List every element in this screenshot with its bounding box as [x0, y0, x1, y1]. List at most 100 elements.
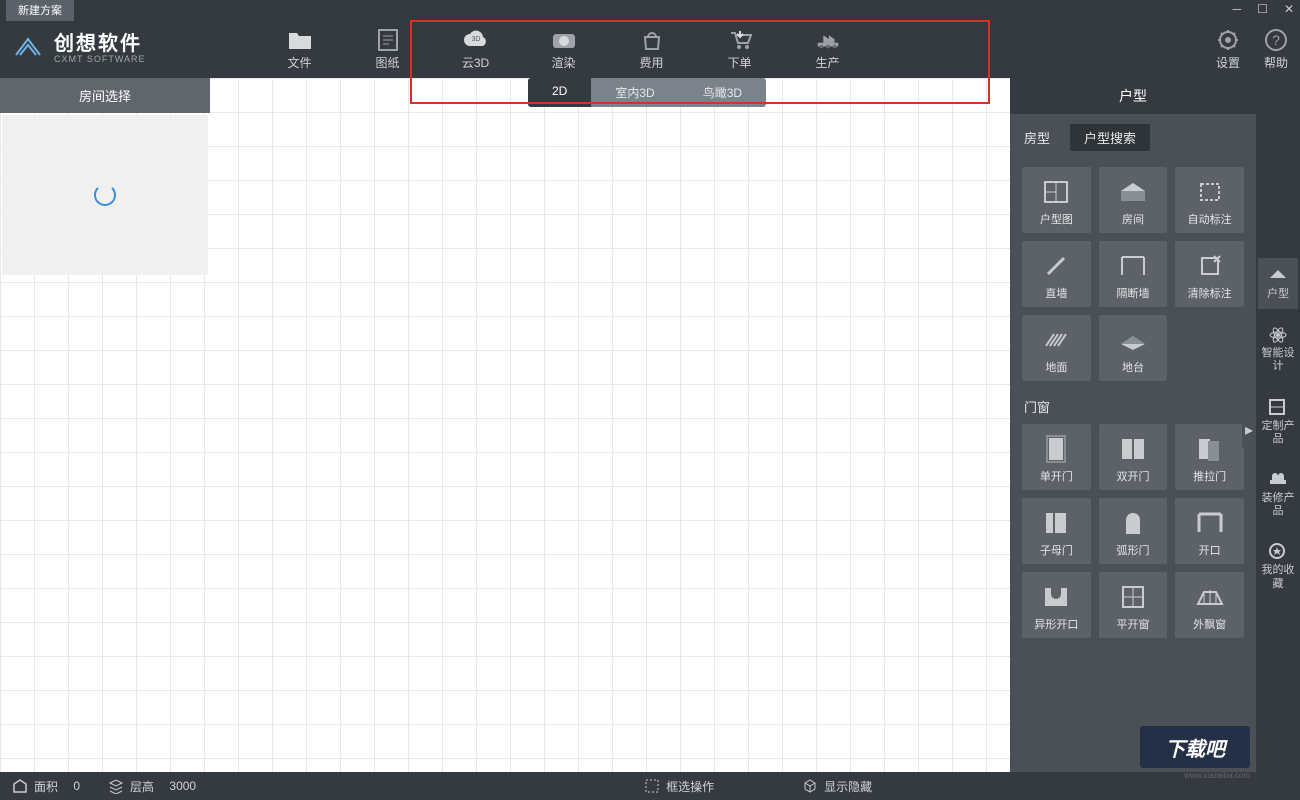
- drawing-button[interactable]: 图纸: [374, 28, 402, 71]
- tool-casement-window[interactable]: 平开窗: [1099, 572, 1168, 638]
- clear-icon: [1193, 251, 1227, 281]
- view-tab-indoor3d[interactable]: 室内3D: [591, 78, 678, 107]
- casement-window-icon: [1116, 582, 1150, 612]
- tool-auto-dim[interactable]: 自动标注: [1175, 167, 1244, 233]
- right-panel: 户型 房型 户型搜索 户型图 房间 自动标注 直墙 隔断墙 清除标注 地面 地台…: [1010, 78, 1256, 772]
- atom-icon: [1268, 325, 1288, 343]
- layout-icon: [1268, 266, 1288, 284]
- maximize-button[interactable]: ☐: [1257, 2, 1268, 16]
- sidetab-smart[interactable]: 智能设计: [1258, 317, 1298, 381]
- window-controls: ─ ☐ ✕: [1233, 2, 1294, 16]
- tool-floor[interactable]: 地面: [1022, 315, 1091, 381]
- tool-platform[interactable]: 地台: [1099, 315, 1168, 381]
- produce-button[interactable]: 生产: [814, 28, 842, 71]
- room-icon: [1116, 177, 1150, 207]
- loading-spinner-icon: [94, 184, 116, 206]
- status-show-hide[interactable]: 显示隐藏: [802, 778, 872, 795]
- partition-icon: [1116, 251, 1150, 281]
- bay-window-icon: [1193, 582, 1227, 612]
- titlebar-tab[interactable]: 新建方案: [6, 0, 74, 21]
- logo-subtitle: CXMT SOFTWARE: [54, 55, 146, 65]
- cloud-icon: 3D: [462, 28, 490, 52]
- tool-partition[interactable]: 隔断墙: [1099, 241, 1168, 307]
- svg-text:3D: 3D: [471, 36, 480, 43]
- layers-icon: [108, 778, 124, 794]
- file-button[interactable]: 文件: [286, 28, 314, 71]
- star-icon: [1268, 542, 1288, 560]
- status-height: 层高 3000: [108, 778, 196, 795]
- logo-icon: [10, 31, 46, 67]
- folder-icon: [286, 28, 314, 52]
- floor-icon: [1039, 325, 1073, 355]
- tool-wall[interactable]: 直墙: [1022, 241, 1091, 307]
- left-panel-title: 房间选择: [0, 78, 210, 113]
- help-icon: ?: [1262, 28, 1290, 52]
- tab-layout-search[interactable]: 户型搜索: [1070, 124, 1150, 151]
- status-box-select[interactable]: 框选操作: [644, 778, 714, 795]
- arc-door-icon: [1116, 508, 1150, 538]
- tool-shaped-opening[interactable]: 异形开口: [1022, 572, 1091, 638]
- left-panel: 房间选择: [0, 78, 210, 277]
- tool-room[interactable]: 房间: [1099, 167, 1168, 233]
- help-button[interactable]: ? 帮助: [1262, 28, 1290, 71]
- right-sidebar: 户型 智能设计 定制产品 装修产品 我的收藏: [1256, 78, 1300, 772]
- room-preview[interactable]: [2, 115, 208, 275]
- single-door-icon: [1039, 434, 1073, 464]
- cloud3d-button[interactable]: 3D 云3D: [462, 28, 490, 71]
- tool-single-door[interactable]: 单开门: [1022, 424, 1091, 490]
- shaped-opening-icon: [1039, 582, 1073, 612]
- floorplan-icon: [1039, 177, 1073, 207]
- tool-clear-dim[interactable]: 清除标注: [1175, 241, 1244, 307]
- dimension-icon: [1193, 177, 1227, 207]
- watermark-url: www.xiazaiba.com: [1184, 771, 1250, 780]
- statusbar: 面积 0 层高 3000 框选操作 显示隐藏: [0, 772, 1300, 800]
- sidetab-deco[interactable]: 装修产品: [1258, 462, 1298, 526]
- bag-icon: [638, 28, 666, 52]
- section-doors-windows: 门窗: [1010, 387, 1256, 418]
- drawing-icon: [374, 28, 402, 52]
- view-tabs: 2D 室内3D 鸟瞰3D: [528, 78, 766, 107]
- view-tab-bird3d[interactable]: 鸟瞰3D: [679, 78, 766, 107]
- render-button[interactable]: 渲染: [550, 28, 578, 71]
- platform-icon: [1116, 325, 1150, 355]
- main-toolbar: 文件 图纸 3D 云3D 渲染 费用 下单 生产: [286, 28, 842, 71]
- right-panel-title: 户型: [1010, 78, 1256, 114]
- pencil-icon: [1039, 251, 1073, 281]
- mother-door-icon: [1039, 508, 1073, 538]
- camera-icon: [550, 28, 578, 52]
- tab-room-type[interactable]: 房型: [1024, 128, 1050, 147]
- tool-sliding-door[interactable]: 推拉门: [1175, 424, 1244, 490]
- tool-opening[interactable]: 开口: [1175, 498, 1244, 564]
- minimize-button[interactable]: ─: [1233, 2, 1242, 16]
- sofa-icon: [1268, 470, 1288, 488]
- tool-bay-window[interactable]: 外飘窗: [1175, 572, 1244, 638]
- header: 创想软件 CXMT SOFTWARE 文件 图纸 3D 云3D 渲染 费用 下单: [0, 20, 1300, 78]
- status-area: 面积 0: [12, 778, 80, 795]
- cart-icon: [726, 28, 754, 52]
- sidetab-layout[interactable]: 户型: [1258, 258, 1298, 309]
- cabinet-icon: [1268, 398, 1288, 416]
- collapse-handle[interactable]: ▸: [1242, 410, 1256, 450]
- tool-mother-door[interactable]: 子母门: [1022, 498, 1091, 564]
- settings-button[interactable]: 设置: [1214, 28, 1242, 71]
- order-button[interactable]: 下单: [726, 28, 754, 71]
- watermark-logo: 下载吧: [1140, 726, 1250, 768]
- tool-floorplan[interactable]: 户型图: [1022, 167, 1091, 233]
- cost-button[interactable]: 费用: [638, 28, 666, 71]
- sidetab-fav[interactable]: 我的收藏: [1258, 534, 1298, 598]
- view-tab-2d[interactable]: 2D: [528, 78, 591, 107]
- gear-icon: [1214, 28, 1242, 52]
- logo: 创想软件 CXMT SOFTWARE: [10, 31, 146, 67]
- cube-icon: [802, 778, 818, 794]
- close-button[interactable]: ✕: [1284, 2, 1294, 16]
- area-icon: [12, 778, 28, 794]
- sliding-door-icon: [1193, 434, 1227, 464]
- tool-arc-door[interactable]: 弧形门: [1099, 498, 1168, 564]
- select-icon: [644, 778, 660, 794]
- titlebar: 新建方案: [0, 0, 1300, 20]
- sidetab-custom[interactable]: 定制产品: [1258, 390, 1298, 454]
- factory-icon: [814, 28, 842, 52]
- opening-icon: [1193, 508, 1227, 538]
- tool-double-door[interactable]: 双开门: [1099, 424, 1168, 490]
- logo-title: 创想软件: [54, 33, 146, 55]
